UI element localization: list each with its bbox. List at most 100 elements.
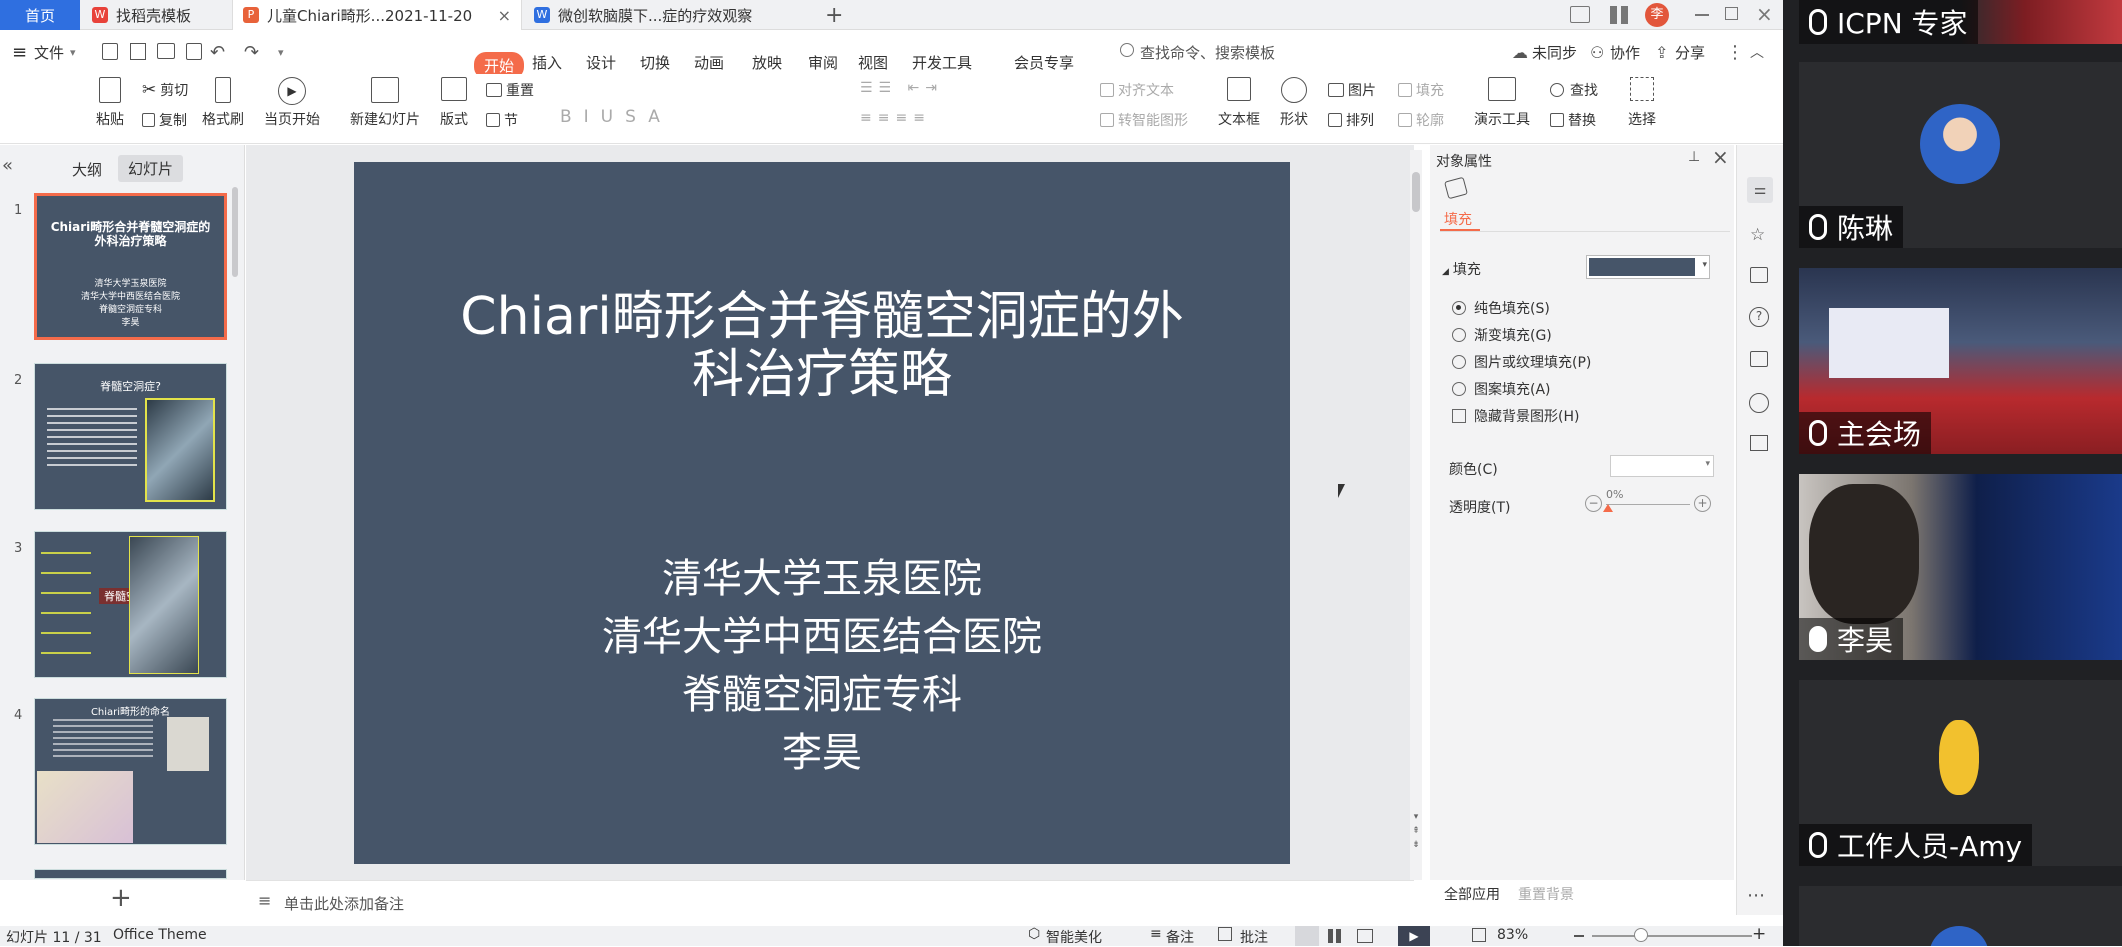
slider-thumb[interactable] — [1603, 504, 1613, 512]
collapse-panel-icon[interactable]: « — [2, 155, 13, 176]
menu-item-7[interactable]: 视图 — [858, 52, 888, 73]
print-icon[interactable] — [157, 43, 175, 59]
apply-all-button[interactable]: 全部应用 — [1444, 882, 1500, 906]
more-tools-icon[interactable]: ⋯ — [1747, 885, 1765, 906]
picture-tool-icon[interactable] — [1750, 351, 1768, 367]
preview-icon[interactable] — [186, 43, 202, 60]
slide-thumbnail-1[interactable]: Chiari畸形合并脊髓空洞症的外科治疗策略 清华大学玉泉医院 清华大学中西医结… — [34, 193, 227, 340]
thumb-scrollbar[interactable] — [232, 187, 238, 277]
menu-item-6[interactable]: 审阅 — [808, 52, 838, 73]
fill-color-picker[interactable]: ▾ — [1586, 255, 1710, 279]
normal-view-icon[interactable] — [1295, 926, 1319, 946]
tab-templates[interactable]: W 找稻壳模板 — [82, 0, 232, 30]
copy-button[interactable]: 复制 — [142, 110, 187, 130]
textbox-button[interactable]: 文本框 — [1218, 77, 1260, 129]
tab-outline[interactable]: 大纲 — [72, 159, 102, 180]
save-icon[interactable] — [102, 43, 118, 60]
presenter-tools-button[interactable]: 演示工具 — [1474, 77, 1530, 129]
command-search[interactable]: 查找命令、搜索模板 — [1140, 42, 1275, 63]
canvas-scroll-thumb[interactable] — [1412, 172, 1420, 212]
solid-fill-option[interactable]: 纯色填充(S) — [1452, 298, 1550, 318]
menu-item-5[interactable]: 放映 — [752, 52, 782, 73]
reading-view-icon[interactable] — [1357, 929, 1373, 943]
hamburger-icon[interactable]: ≡ — [12, 42, 27, 63]
menu-item-4[interactable]: 动画 — [694, 52, 724, 73]
paste-button[interactable]: 粘贴 — [96, 77, 124, 129]
select-button[interactable]: 选择 — [1628, 77, 1656, 129]
tab-document-word[interactable]: W 微创软脑膜下...症的疗效观察 — [524, 0, 804, 30]
new-tab-button[interactable]: + — [815, 0, 849, 30]
collab-button[interactable]: 协作 — [1610, 42, 1640, 63]
layout-button[interactable]: 版式 — [440, 77, 468, 129]
participant-tile[interactable] — [1799, 886, 2122, 946]
window-close-icon[interactable]: × — [1756, 2, 1773, 26]
minimize-icon[interactable] — [1695, 14, 1709, 16]
zoom-level[interactable]: 83% — [1497, 927, 1528, 943]
smartart-button[interactable]: 转智能图形 — [1100, 110, 1188, 130]
transparency-slider[interactable] — [1606, 504, 1690, 505]
layout-icon[interactable] — [1570, 6, 1590, 23]
color-select[interactable]: ▾ — [1610, 455, 1714, 477]
decrease-icon[interactable]: − — [1585, 495, 1602, 512]
menu-item-1[interactable]: 插入 — [532, 52, 562, 73]
notes-placeholder[interactable]: 单击此处添加备注 — [284, 893, 404, 914]
fit-icon[interactable] — [1472, 928, 1486, 942]
increase-icon[interactable]: + — [1694, 495, 1711, 512]
sync-status[interactable]: 未同步 — [1532, 42, 1577, 63]
book-icon[interactable] — [1750, 435, 1768, 451]
zoom-slider-thumb[interactable] — [1634, 928, 1648, 942]
comments-toggle[interactable]: 批注 — [1240, 927, 1268, 947]
reset-button[interactable]: 重置 — [486, 80, 534, 100]
replace-button[interactable]: 替换 — [1550, 110, 1596, 130]
hide-background-checkbox[interactable]: 隐藏背景图形(H) — [1452, 406, 1579, 426]
export-icon[interactable] — [130, 43, 146, 60]
cut-button[interactable]: ✂ 剪切 — [142, 80, 188, 100]
zoom-slider[interactable] — [1592, 935, 1752, 937]
tab-home[interactable]: 首页 — [0, 0, 80, 30]
grid-icon[interactable] — [1610, 6, 1628, 24]
new-slide-button[interactable]: 新建幻灯片 — [350, 77, 420, 129]
from-current-button[interactable]: ▶ 当页开始 — [264, 77, 320, 129]
zoom-out-icon[interactable] — [1574, 935, 1584, 937]
participant-tile[interactable]: 李昊 — [1799, 474, 2122, 660]
tab-fill[interactable]: 填充 — [1444, 209, 1472, 229]
redo-icon[interactable]: ↷ — [244, 42, 259, 63]
participant-tile[interactable]: 主会场 — [1799, 268, 2122, 454]
animation-icon[interactable]: ☆ — [1750, 225, 1765, 245]
menu-item-3[interactable]: 切换 — [640, 52, 670, 73]
notes-toggle[interactable]: 备注 — [1166, 927, 1194, 947]
sorter-view-icon[interactable] — [1328, 929, 1342, 943]
add-slide-button[interactable]: + — [110, 883, 132, 913]
fill-button[interactable]: 填充 — [1398, 80, 1444, 100]
share-button[interactable]: 分享 — [1675, 42, 1705, 63]
slide-thumbnail-4[interactable]: Chiari畸形的命名 — [34, 698, 227, 845]
menu-item-2[interactable]: 设计 — [586, 52, 616, 73]
menu-item-9[interactable]: 会员专享 — [1014, 52, 1074, 73]
slideshow-button[interactable]: ▶ — [1398, 926, 1430, 946]
participant-tile[interactable]: 陈琳 — [1799, 62, 2122, 248]
more-icon[interactable]: ⋮ — [1726, 42, 1744, 63]
panel-close-icon[interactable]: × — [1712, 145, 1729, 169]
slide-thumbnail-2[interactable]: 脊髓空洞症? — [34, 363, 227, 510]
slide-subtitle[interactable]: 清华大学玉泉医院 清华大学中西医结合医院 脊髓空洞症专科 李昊 — [354, 550, 1290, 782]
canvas-scrollbar[interactable]: ▾ ⇞ ⇟ — [1410, 150, 1422, 880]
outline-button[interactable]: 轮廓 — [1398, 110, 1444, 130]
arrange-button[interactable]: 排列 — [1328, 110, 1374, 130]
picture-button[interactable]: 图片 — [1328, 80, 1376, 100]
avatar[interactable]: 李 — [1645, 3, 1669, 27]
slide-thumbnail-5[interactable] — [34, 869, 227, 879]
transition-icon[interactable] — [1750, 267, 1768, 283]
close-icon[interactable]: × — [498, 6, 511, 25]
location-icon[interactable] — [1744, 388, 1774, 418]
participant-tile[interactable]: ICPN 专家 — [1799, 0, 2122, 44]
chevron-down-icon[interactable]: ▾ — [70, 46, 76, 59]
shape-button[interactable]: 形状 — [1280, 77, 1308, 129]
help-icon[interactable]: ? — [1749, 307, 1769, 327]
pin-icon[interactable]: ⊥ — [1688, 149, 1700, 165]
gradient-fill-option[interactable]: 渐变填充(G) — [1452, 325, 1552, 345]
beautify-button[interactable]: 智能美化 — [1046, 927, 1102, 947]
picture-fill-option[interactable]: 图片或纹理填充(P) — [1452, 352, 1591, 372]
panel-header[interactable]: 对象属性 — [1436, 151, 1492, 171]
undo-icon[interactable]: ↶ — [210, 42, 225, 63]
menu-item-8[interactable]: 开发工具 — [912, 52, 972, 73]
